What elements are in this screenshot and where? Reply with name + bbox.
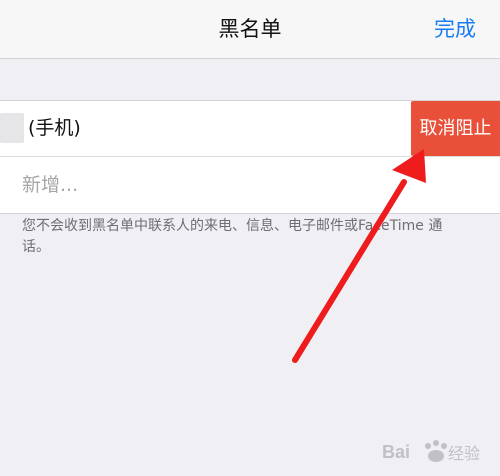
unblock-button[interactable]: 取消阻止 [411, 101, 500, 156]
blocked-list: (手机) 取消阻止 新增... [0, 100, 500, 214]
svg-text:经验: 经验 [448, 444, 480, 463]
done-button[interactable]: 完成 [434, 0, 476, 58]
baidu-jingyan-watermark: Bai 经验 [380, 434, 490, 468]
page-title: 黑名单 [218, 17, 282, 41]
redacted-contact-name [0, 113, 24, 143]
navigation-bar: 黑名单 完成 [0, 0, 500, 59]
blocked-contact-row[interactable]: (手机) 取消阻止 [0, 101, 500, 157]
blocklist-footer-note: 您不会收到黑名单中联系人的来电、信息、电子邮件或FaceTime 通话。 [22, 218, 443, 255]
contact-label: (手机) [28, 117, 81, 139]
svg-text:Bai: Bai [382, 442, 410, 462]
add-new-row[interactable]: 新增... [0, 157, 500, 213]
add-new-label: 新增... [22, 174, 79, 196]
